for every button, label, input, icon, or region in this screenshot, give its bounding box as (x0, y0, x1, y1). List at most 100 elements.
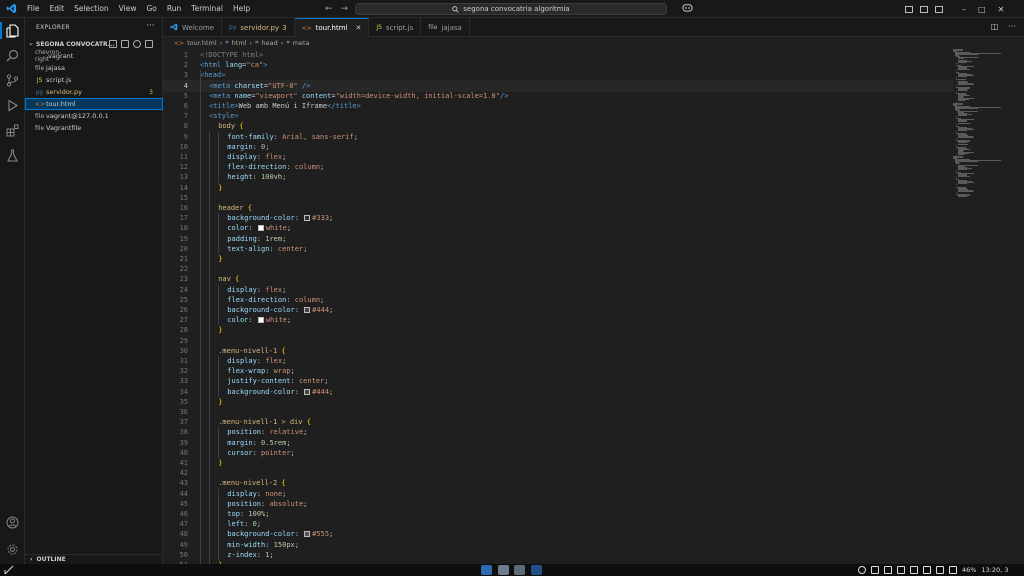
close-tab-icon[interactable]: ✕ (356, 24, 362, 32)
music-icon[interactable] (923, 566, 931, 574)
color-swatch[interactable] (304, 388, 311, 395)
code-line[interactable]: 31 display: flex; (163, 356, 953, 366)
code-line[interactable]: 21} (163, 254, 953, 264)
menu-run[interactable]: Run (162, 0, 186, 18)
editor-tab[interactable]: Welcome (163, 18, 223, 37)
tree-item[interactable]: py servidor.py 3 (25, 86, 163, 98)
code-line[interactable]: 30 .menu-nivell-1 { (163, 346, 953, 356)
code-line[interactable]: 45 position: absolute; (163, 499, 953, 509)
code-line[interactable]: 7 <style> (163, 111, 953, 121)
taskbar-app-camera-icon[interactable] (498, 565, 509, 575)
code-line[interactable]: 1 <!DOCTYPE html> (163, 50, 953, 60)
code-line[interactable]: 10 margin: 0; (163, 142, 953, 152)
clock[interactable]: 13:20, 3 (981, 566, 1008, 574)
network-icon[interactable] (910, 566, 918, 574)
code-line[interactable]: 14} (163, 183, 953, 193)
toggle-secondary-sidebar-icon[interactable] (935, 5, 943, 13)
code-line[interactable]: 37 .menu-nivell-1 > div { (163, 417, 953, 427)
menu-help[interactable]: Help (228, 0, 255, 18)
tree-item[interactable]: chevron-right .vagrant (25, 49, 163, 63)
split-editor-icon[interactable]: ◫ (991, 22, 999, 31)
manage-gear-icon[interactable] (5, 542, 20, 557)
notification-icon[interactable] (897, 566, 905, 574)
code-line[interactable]: 15 (163, 193, 953, 203)
run-debug-icon[interactable] (5, 98, 20, 113)
minimize-icon[interactable]: – (962, 5, 966, 14)
forward-arrow-icon[interactable]: → (341, 4, 349, 14)
menu-view[interactable]: View (114, 0, 142, 18)
color-swatch[interactable] (257, 225, 264, 232)
search-view-icon[interactable] (5, 48, 20, 63)
explorer-icon[interactable] (5, 23, 20, 38)
code-line[interactable]: 27 color: white; (163, 315, 953, 325)
code-line[interactable]: 42 (163, 468, 953, 478)
copilot-icon[interactable] (682, 3, 693, 14)
code-line[interactable]: 49 min-width: 150px; (163, 540, 953, 550)
code-line[interactable]: 29 (163, 336, 953, 346)
editor-tab[interactable]: file jajasa (421, 18, 470, 37)
color-swatch[interactable] (304, 307, 311, 313)
toggle-panel-icon[interactable] (920, 5, 928, 13)
breadcrumb-item[interactable]: head (261, 39, 277, 47)
editor-tab[interactable]: <> tour.html ✕ (294, 18, 370, 37)
breadcrumb-item[interactable]: meta (293, 39, 310, 47)
color-swatch[interactable] (257, 317, 264, 324)
editor-scrollbar[interactable] (1012, 49, 1022, 564)
code-line[interactable]: 40 cursor: pointer; (163, 448, 953, 458)
sidebar-more-icon[interactable]: ··· (146, 21, 155, 31)
code-line[interactable]: 25 flex-direction: column; (163, 295, 953, 305)
volume-icon[interactable] (936, 566, 944, 574)
source-control-icon[interactable] (5, 73, 20, 88)
code-line[interactable]: 16 header { (163, 203, 953, 213)
code-line[interactable]: 50 z-index: 1; (163, 550, 953, 560)
editor-tab[interactable]: JS script.js (369, 18, 422, 37)
code-line[interactable]: 12 flex-direction: column; (163, 162, 953, 172)
code-line[interactable]: 32 flex-wrap: wrap; (163, 366, 953, 376)
code-line[interactable]: 18 color: white; (163, 223, 953, 233)
code-line[interactable]: 9 font-family: Arial, sans-serif; (163, 132, 953, 142)
code-line[interactable]: 2 <html lang="ca"> (163, 60, 953, 70)
code-line[interactable]: 35} (163, 397, 953, 407)
code-line[interactable]: 17 background-color: #333; (163, 213, 953, 223)
more-actions-icon[interactable]: ··· (1008, 22, 1016, 31)
code-line[interactable]: 34 background-color: #444; (163, 387, 953, 397)
code-line[interactable]: 4 <meta charset="UTF-8" /> (163, 79, 953, 92)
clipboard-icon[interactable] (871, 566, 879, 574)
code-line[interactable]: 8 body { (163, 121, 953, 131)
outline-section-header[interactable]: › OUTLINE (25, 554, 163, 564)
toggle-sidebar-icon[interactable] (905, 5, 913, 13)
new-folder-icon[interactable] (121, 40, 129, 48)
code-line[interactable]: 24 display: flex; (163, 285, 953, 295)
command-center-search[interactable]: segona convocatria algoritmia (355, 3, 667, 15)
code-line[interactable]: 46 top: 100%; (163, 509, 953, 519)
account-icon[interactable] (5, 515, 20, 530)
code-line[interactable]: 39 margin: 0.5rem; (163, 438, 953, 448)
breadcrumb-item[interactable]: html (232, 39, 247, 47)
launcher-icon[interactable] (4, 565, 14, 575)
color-swatch[interactable] (304, 215, 311, 222)
code-line[interactable]: 6 <title>Web amb Menú i Iframe</title> (163, 101, 953, 111)
testing-flask-icon[interactable] (5, 148, 20, 163)
taskbar-app-files-icon[interactable] (514, 565, 525, 575)
code-line[interactable]: 36 (163, 407, 953, 417)
bluetooth-icon[interactable] (858, 566, 866, 574)
code-line[interactable]: 22 (163, 264, 953, 274)
code-line[interactable]: 44 display: none; (163, 489, 953, 499)
tree-item[interactable]: JS script.js (25, 74, 163, 86)
menu-go[interactable]: Go (141, 0, 161, 18)
color-swatch[interactable] (304, 531, 311, 538)
editor-tab[interactable]: py servidor.py 3 (222, 18, 295, 37)
battery-icon[interactable] (949, 566, 957, 574)
tree-item[interactable]: <> tour.html (25, 98, 163, 110)
code-editor[interactable]: 1 <!DOCTYPE html> 2 <html lang="ca"> 3 <head>… (163, 49, 953, 564)
refresh-icon[interactable] (133, 40, 141, 48)
collapse-all-icon[interactable] (145, 40, 153, 48)
code-line[interactable]: 20 text-align: center; (163, 244, 953, 254)
breadcrumb-item[interactable]: tour.html (187, 39, 217, 47)
new-file-icon[interactable] (109, 40, 117, 48)
menu-terminal[interactable]: Terminal (186, 0, 228, 18)
code-line[interactable]: 38 position: relative; (163, 427, 953, 437)
code-line[interactable]: 48 background-color: #555; (163, 529, 953, 539)
extensions-icon[interactable] (5, 123, 20, 138)
close-window-icon[interactable]: ✕ (998, 5, 1005, 14)
